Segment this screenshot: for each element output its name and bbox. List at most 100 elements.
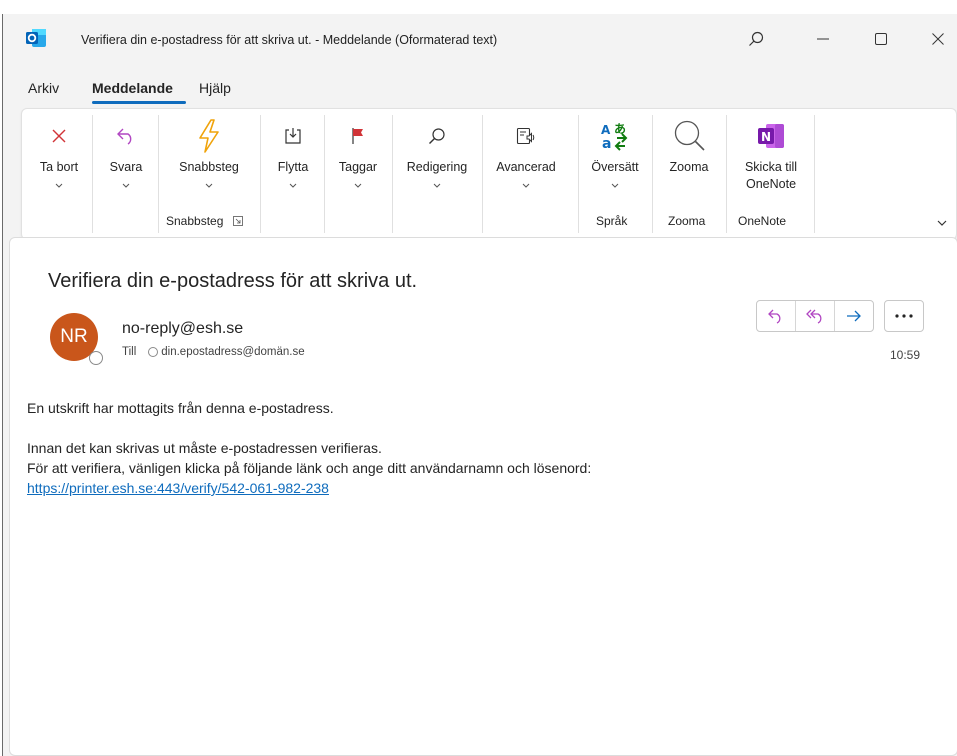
maximize-button[interactable]: [861, 24, 901, 54]
move-button[interactable]: Flytta: [264, 113, 322, 207]
title-bar: Verifiera din e-postadress för att skriv…: [3, 14, 957, 64]
reply-action-button[interactable]: [757, 301, 796, 331]
zoom-label: Zooma: [669, 160, 709, 174]
advanced-label: Avancerad: [496, 160, 556, 174]
advanced-button[interactable]: Avancerad: [486, 113, 566, 207]
search-button[interactable]: [736, 24, 776, 54]
svg-text:A: A: [601, 123, 611, 137]
ribbon-separator: [392, 115, 393, 233]
active-tab-indicator: [92, 101, 186, 104]
reply-all-action-button[interactable]: [796, 301, 835, 331]
group-label-onenote: OneNote: [738, 214, 787, 228]
chevron-down-icon: [433, 183, 441, 188]
presence-status-icon: [89, 351, 103, 365]
reply-icon: [117, 128, 132, 145]
chevron-down-icon: [522, 183, 530, 188]
ribbon-separator: [814, 115, 815, 233]
tags-button[interactable]: Taggar: [328, 113, 388, 207]
body-line: För att verifiera, vänligen klicka på fö…: [27, 460, 592, 476]
ribbon-expand-button[interactable]: [934, 217, 950, 229]
message-pane: Verifiera din e-postadress för att skriv…: [9, 237, 957, 756]
received-time: 10:59: [890, 348, 921, 362]
close-button[interactable]: [918, 24, 957, 54]
body-line: En utskrift har mottagits från denna e-p…: [27, 400, 334, 416]
send-to-onenote-button[interactable]: N Skicka till OneNote: [730, 113, 812, 207]
forward-action-button[interactable]: [835, 301, 873, 331]
editing-button[interactable]: Redigering: [396, 113, 478, 207]
maximize-icon: [875, 33, 887, 45]
body-line: Innan det kan skrivas ut måste e-postadr…: [27, 440, 382, 456]
ribbon: Ta bort Svara Snabbsteg Snabbsteg Flytta: [21, 108, 957, 240]
reply-all-icon: [806, 309, 822, 324]
ribbon-separator: [324, 115, 325, 233]
ribbon-separator: [726, 115, 727, 233]
outlook-app-icon: [25, 28, 47, 48]
editing-label: Redigering: [406, 160, 468, 174]
verify-link[interactable]: https://printer.esh.se:443/verify/542-06…: [27, 480, 329, 496]
close-icon: [932, 33, 944, 45]
minimize-icon: [817, 38, 829, 40]
chevron-down-icon: [937, 220, 947, 226]
more-icon: [895, 314, 913, 318]
group-label-language: Språk: [596, 214, 628, 228]
svg-text:あ: あ: [614, 122, 626, 136]
quicksteps-button[interactable]: Snabbsteg: [162, 113, 256, 207]
search-icon: [429, 128, 445, 144]
svg-text:N: N: [761, 130, 771, 144]
ribbon-separator: [158, 115, 159, 233]
reply-icon: [768, 309, 781, 324]
window-title: Verifiera din e-postadress för att skriv…: [81, 33, 498, 47]
message-body: En utskrift har mottagits från denna e-p…: [27, 398, 591, 498]
immersive-reader-icon: [516, 127, 535, 145]
outlook-message-window: Verifiera din e-postadress för att skriv…: [2, 14, 957, 756]
zoom-icon: [674, 120, 705, 151]
group-label-zoom: Zooma: [668, 214, 706, 228]
move-icon: [285, 128, 301, 144]
ribbon-separator: [92, 115, 93, 233]
flag-icon: [352, 128, 363, 144]
recipient-row: Till din.epostadress@domän.se: [122, 346, 305, 358]
chevron-down-icon: [122, 183, 130, 188]
more-actions-button[interactable]: [884, 300, 924, 332]
delete-label: Ta bort: [39, 160, 79, 174]
quicksteps-label: Snabbsteg: [179, 160, 239, 174]
ribbon-separator: [260, 115, 261, 233]
minimize-button[interactable]: [803, 24, 843, 54]
recipient-address[interactable]: din.epostadress@domän.se: [161, 346, 304, 358]
delete-icon: [52, 129, 66, 143]
reply-button[interactable]: Svara: [98, 113, 154, 207]
ribbon-separator: [482, 115, 483, 233]
move-label: Flytta: [277, 160, 309, 174]
menu-bar: Arkiv Meddelande Hjälp: [3, 74, 957, 104]
chevron-down-icon: [55, 183, 63, 188]
tab-meddelande[interactable]: Meddelande: [92, 80, 173, 96]
translate-label: Översätt: [591, 160, 639, 174]
tags-label: Taggar: [338, 160, 378, 174]
forward-icon: [847, 310, 861, 322]
group-label-quicksteps: Snabbsteg: [166, 214, 243, 228]
translate-button[interactable]: A あ a Översätt: [582, 113, 648, 207]
message-subject: Verifiera din e-postadress för att skriv…: [48, 270, 418, 292]
chevron-down-icon: [611, 183, 619, 188]
tab-hjalp[interactable]: Hjälp: [199, 80, 231, 96]
onenote-icon: N: [758, 124, 784, 148]
ribbon-separator: [578, 115, 579, 233]
chevron-down-icon: [354, 183, 362, 188]
send-to-onenote-label: Skicka till OneNote: [744, 160, 798, 191]
delete-button[interactable]: Ta bort: [30, 113, 88, 207]
message-actions: [756, 300, 874, 332]
tab-arkiv[interactable]: Arkiv: [28, 80, 59, 96]
recipient-presence-icon: [148, 347, 159, 357]
chevron-down-icon: [205, 183, 213, 188]
search-icon: [749, 31, 764, 46]
svg-text:a: a: [602, 136, 611, 151]
ribbon-separator: [652, 115, 653, 233]
dialog-launcher-icon[interactable]: [232, 216, 243, 226]
translate-icon: A あ a: [601, 122, 628, 151]
to-label: Till: [122, 346, 137, 358]
sender-address[interactable]: no-reply@esh.se: [122, 320, 243, 338]
lightning-icon: [199, 119, 219, 153]
reply-label: Svara: [109, 160, 143, 174]
zoom-button[interactable]: Zooma: [656, 113, 722, 207]
chevron-down-icon: [289, 183, 297, 188]
